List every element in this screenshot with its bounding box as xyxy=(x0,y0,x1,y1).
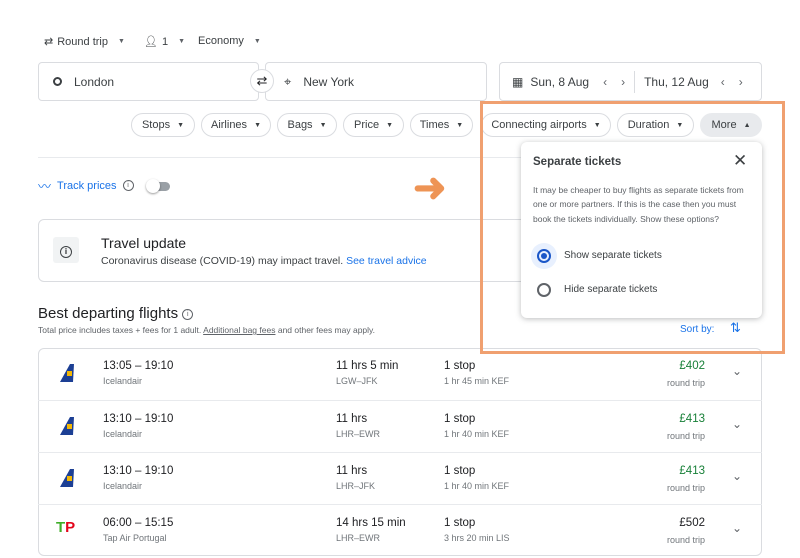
expand-chevron-icon[interactable]: ⌄ xyxy=(732,417,742,431)
passengers-label: 1 xyxy=(161,35,169,48)
airline-name: Icelandair xyxy=(103,376,143,386)
info-icon: i xyxy=(53,237,79,263)
destination-input[interactable]: ⌖ New York xyxy=(265,62,487,101)
trip-type-select[interactable]: ⇄ Round trip ▼ xyxy=(44,35,125,49)
flight-price: £413 xyxy=(679,413,705,425)
flight-layover: 1 hr 40 min KEF xyxy=(444,481,510,491)
origin-circle-icon xyxy=(53,77,62,86)
radio-hide-separate[interactable] xyxy=(537,283,551,297)
date-divider xyxy=(634,70,636,93)
flight-stops: 1 stop xyxy=(444,413,476,425)
flight-times: 13:10 – 19:10 xyxy=(103,465,174,477)
flight-route: LHR–JFK xyxy=(336,481,376,491)
expand-chevron-icon[interactable]: ⌄ xyxy=(732,521,742,535)
swap-button[interactable]: ⇄ xyxy=(250,69,274,93)
price-note: round trip xyxy=(666,431,705,441)
passengers-select[interactable]: 👤︎ 1 ▼ xyxy=(144,35,186,49)
close-button[interactable]: ✕ xyxy=(733,151,747,171)
flight-times: 06:00 – 15:15 xyxy=(103,517,174,529)
filter-airlines[interactable]: Airlines ▼ xyxy=(201,113,271,137)
filter-stops[interactable]: Stops ▼ xyxy=(131,113,195,137)
location-pin-icon: ⌖ xyxy=(284,73,292,89)
flight-price: £413 xyxy=(679,465,705,477)
flight-row[interactable]: TP 06:00 – 15:15 Tap Air Portugal 14 hrs… xyxy=(38,504,762,556)
next-depart-date-button[interactable]: › xyxy=(621,75,625,89)
return-date[interactable]: Thu, 12 Aug xyxy=(644,75,709,89)
flight-row[interactable]: 13:05 – 19:10 Icelandair 11 hrs 5 min LG… xyxy=(38,348,762,400)
expand-chevron-icon[interactable]: ⌄ xyxy=(732,364,742,378)
flight-duration: 11 hrs xyxy=(336,413,368,425)
flight-duration: 11 hrs xyxy=(336,465,368,477)
travel-update-text: Coronavirus disease (COVID-19) may impac… xyxy=(101,255,427,267)
cabin-select[interactable]: Economy ▼ xyxy=(198,35,261,47)
airline-logo-icon xyxy=(56,415,78,440)
flight-stops: 1 stop xyxy=(444,360,476,372)
track-prices: 〰 Track prices i xyxy=(38,176,172,195)
radio-show-separate[interactable] xyxy=(537,249,551,263)
origin-input[interactable]: London xyxy=(38,62,259,101)
flight-route: LHR–EWR xyxy=(336,429,381,439)
flight-times: 13:10 – 19:10 xyxy=(103,413,174,425)
flight-layover: 1 hr 40 min KEF xyxy=(444,429,510,439)
flight-times: 13:05 – 19:10 xyxy=(103,360,174,372)
flight-row[interactable]: 13:10 – 19:10 Icelandair 11 hrs LHR–JFK … xyxy=(38,452,762,504)
person-icon: 👤︎ xyxy=(144,36,158,48)
flight-stops: 1 stop xyxy=(444,465,476,477)
caret-down-icon: ▼ xyxy=(253,37,261,45)
airline-name: Icelandair xyxy=(103,429,143,439)
info-icon[interactable]: i xyxy=(182,309,194,320)
travel-update-title: Travel update xyxy=(101,235,187,251)
results-subtitle: Total price includes taxes + fees for 1 … xyxy=(38,325,376,335)
flight-stops: 1 stop xyxy=(444,517,476,529)
airline-name: Tap Air Portugal xyxy=(103,533,167,543)
round-trip-icon: ⇄ xyxy=(44,36,54,48)
flight-price: £502 xyxy=(679,517,705,529)
arrow-annotation-icon: ➜ xyxy=(413,166,447,210)
trend-icon: 〰 xyxy=(38,179,52,194)
price-note: round trip xyxy=(666,483,705,493)
filter-times[interactable]: Times ▼ xyxy=(410,113,473,137)
option-hide-label[interactable]: Hide separate tickets xyxy=(564,284,657,295)
filter-price[interactable]: Price ▼ xyxy=(343,113,404,137)
track-prices-label: Track prices xyxy=(57,179,117,192)
expand-chevron-icon[interactable]: ⌄ xyxy=(732,469,742,483)
flight-route: LHR–EWR xyxy=(336,533,381,543)
filter-bags[interactable]: Bags ▼ xyxy=(277,113,337,137)
flight-route: LGW–JFK xyxy=(336,376,378,386)
flight-row[interactable]: 13:10 – 19:10 Icelandair 11 hrs LHR–EWR … xyxy=(38,400,762,452)
caret-down-icon: ▼ xyxy=(117,38,125,45)
caret-down-icon: ▼ xyxy=(178,38,186,45)
separate-tickets-popup: Separate tickets ✕ It may be cheaper to … xyxy=(521,142,762,318)
prev-return-date-button[interactable]: ‹ xyxy=(721,75,725,89)
travel-advice-link[interactable]: See travel advice xyxy=(346,255,427,267)
destination-value: New York xyxy=(303,74,355,89)
prev-depart-date-button[interactable]: ‹ xyxy=(603,75,607,89)
flight-layover: 1 hr 45 min KEF xyxy=(444,376,510,386)
price-note: round trip xyxy=(666,535,705,545)
next-return-date-button[interactable]: › xyxy=(739,75,743,89)
popup-body: It may be cheaper to buy flights as sepa… xyxy=(533,185,744,224)
airline-logo-icon xyxy=(56,362,78,387)
date-range[interactable]: ▦ Sun, 8 Aug ‹ › Thu, 12 Aug ‹ › xyxy=(499,62,762,101)
bag-fees-link[interactable]: Additional bag fees xyxy=(203,325,275,335)
flight-duration: 11 hrs 5 min xyxy=(336,360,399,372)
info-icon[interactable]: i xyxy=(122,180,134,191)
depart-date[interactable]: Sun, 8 Aug xyxy=(530,75,589,89)
track-prices-toggle[interactable] xyxy=(145,178,172,193)
flight-price: £402 xyxy=(679,360,705,372)
flight-layover: 3 hrs 20 min LIS xyxy=(444,533,510,543)
flight-duration: 14 hrs 15 min xyxy=(336,517,406,529)
option-show-label[interactable]: Show separate tickets xyxy=(564,250,662,261)
trip-type-label: Round trip xyxy=(57,35,108,48)
airline-name: Icelandair xyxy=(103,481,143,491)
cabin-label: Economy xyxy=(198,35,244,47)
airline-logo-icon: TP xyxy=(56,519,76,536)
origin-value: London xyxy=(74,74,115,89)
airline-logo-icon xyxy=(56,467,78,492)
price-note: round trip xyxy=(666,378,705,388)
popup-title: Separate tickets xyxy=(533,156,622,168)
results-title: Best departing flights i xyxy=(38,305,194,322)
calendar-icon: ▦ xyxy=(512,74,524,89)
